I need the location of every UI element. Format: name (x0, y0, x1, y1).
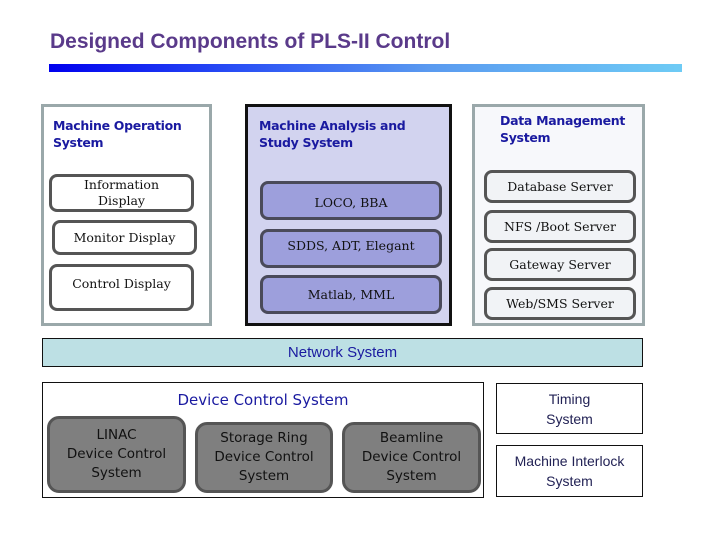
machine-analysis-label: Machine Analysis and Study System (259, 117, 406, 151)
label-line: System (53, 135, 104, 150)
timing-system-box[interactable]: Timing System (496, 383, 643, 434)
database-server-box[interactable]: Database Server (484, 170, 636, 203)
control-display-box[interactable]: Control Display (49, 264, 194, 311)
web-sms-server-box[interactable]: Web/SMS Server (484, 287, 636, 320)
sdds-adt-elegant-box[interactable]: SDDS, ADT, Elegant (260, 229, 442, 268)
label-line: Study System (259, 135, 353, 150)
device-control-label: Device Control System (177, 391, 349, 409)
item-line: Machine Interlock (514, 453, 625, 469)
item-line: System (91, 465, 142, 481)
item-line: Device Control (361, 449, 462, 465)
machine-operation-label: Machine Operation System (53, 117, 182, 151)
item-line: System (546, 410, 593, 427)
storage-ring-device-control-box[interactable]: Storage Ring Device Control System (195, 422, 333, 493)
item-label: Web/SMS Server (506, 295, 614, 311)
title-underline-bar (49, 64, 682, 72)
matlab-mml-box[interactable]: Matlab, MML (260, 275, 442, 314)
item-label: Matlab, MML (307, 286, 395, 302)
item-line: Display (98, 193, 145, 208)
machine-analysis-system-group: Machine Analysis and Study System LOCO, … (245, 104, 452, 326)
label-line: Data Management (500, 113, 626, 128)
page-title: Designed Components of PLS-II Control (50, 30, 451, 53)
item-line: System (386, 468, 437, 484)
label-line: Machine Operation (53, 118, 182, 133)
item-label: NFS /Boot Server (504, 218, 616, 234)
linac-device-control-box[interactable]: LINAC Device Control System (47, 416, 186, 493)
item-line: Storage Ring (220, 430, 308, 446)
item-label: Database Server (507, 178, 613, 194)
item-line: Device Control (66, 446, 167, 462)
device-control-system-group: Device Control System LINAC Device Contro… (42, 382, 484, 498)
item-line: Monitor Display (73, 229, 176, 245)
monitor-display-box[interactable]: Monitor Display (52, 220, 197, 255)
item-line: Timing (548, 390, 591, 407)
network-system-bar[interactable]: Network System (42, 338, 643, 367)
gateway-server-box[interactable]: Gateway Server (484, 248, 636, 281)
item-line: Information (83, 177, 160, 192)
item-line: Control Display (72, 275, 171, 291)
information-display-box[interactable]: Information Display (49, 174, 194, 212)
item-label: SDDS, ADT, Elegant (287, 237, 415, 253)
beamline-device-control-box[interactable]: Beamline Device Control System (342, 422, 481, 493)
item-line: Device Control (214, 449, 314, 465)
item-label: LOCO, BBA (314, 194, 388, 210)
machine-operation-system-group: Machine Operation System Information Disp… (41, 104, 212, 326)
label-line: Machine Analysis and (259, 118, 406, 133)
data-management-system-group: Data Management System Database Server N… (472, 104, 645, 326)
item-line: System (546, 473, 593, 489)
nfs-boot-server-box[interactable]: NFS /Boot Server (484, 210, 636, 243)
network-system-label: Network System (287, 344, 398, 361)
loco-bba-box[interactable]: LOCO, BBA (260, 181, 442, 220)
item-label: Gateway Server (509, 256, 611, 272)
data-management-label: Data Management System (500, 112, 625, 146)
machine-interlock-system-box[interactable]: Machine Interlock System (496, 445, 643, 497)
item-line: Beamline (379, 430, 444, 446)
item-line: LINAC (96, 427, 137, 443)
item-line: System (238, 468, 290, 484)
label-line: System (500, 130, 551, 145)
